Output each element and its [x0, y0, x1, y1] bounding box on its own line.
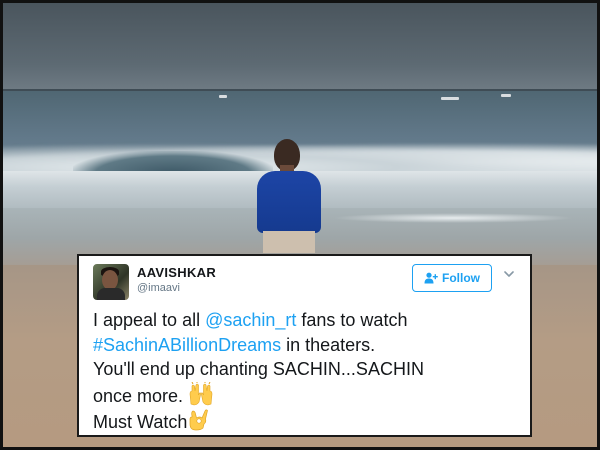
avatar[interactable] — [93, 264, 129, 300]
display-name[interactable]: AAVISHKAR — [137, 265, 216, 280]
sky — [3, 3, 597, 91]
foam-streak — [333, 213, 573, 223]
raised-hands-emoji-icon — [189, 381, 213, 406]
person-pants — [263, 231, 315, 253]
tweet-text: I appeal to all @sachin_rt fans to watch… — [93, 308, 523, 435]
tweet-line-3: You'll end up chanting SACHIN...SACHIN — [93, 359, 424, 380]
horizon — [3, 89, 597, 91]
person-shirt — [257, 171, 321, 233]
mention-link[interactable]: @sachin_rt — [205, 310, 296, 330]
tweet-line-2: #SachinABillionDreams in theaters. — [93, 333, 523, 358]
text-segment: Must Watch — [93, 412, 188, 433]
avatar-face — [102, 270, 118, 290]
ok-hand-emoji-icon — [190, 409, 209, 431]
follow-label: Follow — [442, 271, 480, 285]
boat — [219, 95, 227, 98]
user-handle[interactable]: @imaavi — [137, 282, 180, 294]
boat — [441, 97, 459, 100]
text-segment: in theaters. — [281, 334, 376, 355]
hashtag-link[interactable]: #SachinABillionDreams — [93, 335, 281, 355]
person-add-icon — [424, 272, 438, 284]
text-segment: fans to watch — [296, 310, 408, 330]
text-segment: I appeal to all — [93, 310, 206, 330]
follow-button[interactable]: Follow — [412, 264, 492, 292]
tweet-line-4: once more. — [93, 381, 523, 409]
tweet-line-1: I appeal to all @sachin_rt fans to watch — [93, 308, 523, 333]
text-segment: once more. — [93, 385, 189, 406]
person-standing — [253, 139, 325, 253]
avatar-body — [97, 288, 125, 300]
boat — [501, 94, 511, 97]
tweet-line-5: Must Watch — [93, 408, 523, 435]
chevron-down-icon[interactable] — [503, 268, 515, 280]
screenshot-frame: AAVISHKAR @imaavi Follow I appeal to all… — [0, 0, 600, 450]
tweet-card: AAVISHKAR @imaavi Follow I appeal to all… — [77, 254, 532, 437]
